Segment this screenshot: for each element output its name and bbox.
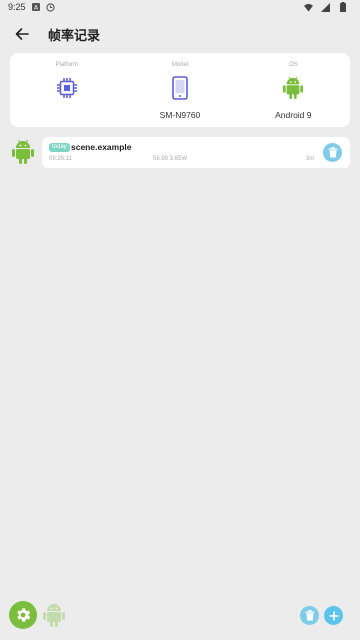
record-stats: 56.99 3.65W bbox=[153, 156, 188, 162]
record-duration: 3m bbox=[306, 156, 315, 162]
record-delete-button[interactable] bbox=[323, 143, 342, 162]
notification-a-icon: A bbox=[32, 3, 41, 12]
back-button[interactable] bbox=[10, 22, 34, 46]
today-badge: today bbox=[49, 143, 70, 152]
cpu-chip-icon bbox=[54, 75, 80, 101]
add-record-button[interactable] bbox=[324, 606, 343, 625]
platform-label: Platform bbox=[55, 62, 78, 68]
model-value: SM-N9760 bbox=[159, 110, 201, 120]
plus-icon bbox=[329, 611, 338, 620]
battery-icon bbox=[338, 2, 347, 12]
android-icon bbox=[43, 604, 65, 627]
android-filter-button[interactable] bbox=[42, 602, 66, 628]
record-name: scene.example bbox=[71, 142, 132, 152]
smartphone-icon bbox=[167, 75, 193, 101]
model-label: Model bbox=[171, 62, 189, 68]
trash-icon bbox=[305, 610, 314, 621]
settings-button[interactable] bbox=[9, 601, 37, 629]
gear-icon bbox=[17, 608, 31, 622]
trash-icon bbox=[328, 147, 337, 158]
clear-all-button[interactable] bbox=[300, 606, 319, 625]
device-info-card: Platform Model SM-N9760 OS Android 9 bbox=[10, 53, 350, 127]
status-bar: 9:25 A bbox=[0, 0, 360, 14]
os-label: OS bbox=[288, 62, 298, 68]
list-item[interactable]: today scene.example 09:25:11 56.99 3.65W… bbox=[42, 137, 350, 168]
arrow-left-icon bbox=[15, 28, 29, 40]
android-icon bbox=[280, 75, 306, 101]
model-info: Model SM-N9760 bbox=[130, 53, 230, 121]
clock-notification-icon bbox=[45, 2, 55, 12]
wifi-icon bbox=[304, 3, 313, 12]
record-time: 09:25:11 bbox=[49, 156, 72, 162]
page-title: 帧率记录 bbox=[48, 28, 101, 44]
os-value: Android 9 bbox=[275, 110, 312, 120]
platform-info: Platform bbox=[17, 53, 117, 121]
status-time: 9:25 bbox=[8, 2, 26, 12]
signal-icon bbox=[321, 2, 330, 12]
record-android-icon bbox=[11, 139, 35, 165]
os-info: OS Android 9 bbox=[243, 53, 343, 121]
app-bar: 帧率记录 bbox=[0, 20, 360, 48]
